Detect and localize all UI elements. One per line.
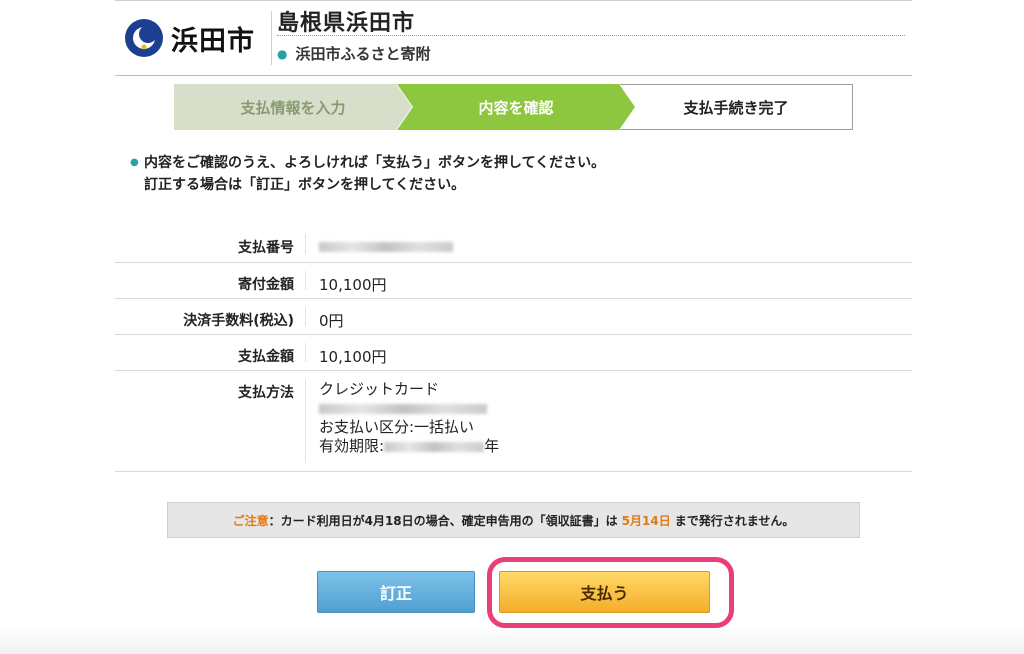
pay-button-highlight: [487, 557, 734, 628]
step-confirm-content: 内容を確認: [397, 84, 635, 130]
table-row: 支払金額 10,100円: [115, 335, 912, 371]
redacted-expiry: [384, 441, 485, 452]
notice-text-before: ：カード利用日が4月18日の場合、確定申告用の「領収証書」は: [268, 513, 618, 528]
notice-prefix: ご注意: [232, 513, 269, 528]
instruction-text-1: 内容をご確認のうえ、よろしければ「支払う」ボタンを押してください。: [144, 155, 606, 171]
installment-type: お支払い区分:一括払い: [319, 418, 475, 436]
subtitle-text: 浜田市ふるさと寄附: [295, 45, 431, 63]
prefecture-title: 島根県浜田市: [277, 11, 416, 36]
redacted-card-number-row: [319, 399, 499, 418]
payment-method-value: クレジットカード お支払い区分:一括払い 有効期限: 年: [306, 371, 499, 471]
city-logo[interactable]: 浜田市: [123, 15, 255, 61]
fee-value: 0円: [319, 312, 344, 330]
payment-number-label: 支払番号: [238, 240, 294, 256]
redacted-card-number: [319, 403, 487, 414]
expiry-suffix: 年: [484, 437, 500, 455]
donation-amount-label: 寄付金額: [238, 277, 294, 293]
payment-method-label: 支払方法: [238, 385, 294, 401]
notice-box: ご注意 ：カード利用日が4月18日の場合、確定申告用の「領収証書」は 5月14日…: [167, 502, 860, 538]
table-row: 寄付金額 10,100円: [115, 263, 912, 299]
step-payment-complete: 支払手続き完了: [620, 84, 853, 130]
city-emblem-icon: [125, 19, 163, 57]
instructions: ● 内容をご確認のうえ、よろしければ「支払う」ボタンを押してください。 訂正する…: [130, 152, 605, 196]
instruction-line-2: 訂正する場合は「訂正」ボタンを押してください。: [130, 174, 605, 196]
donation-amount-value: 10,100円: [319, 276, 387, 294]
site-header: 浜田市 島根県浜田市 ● 浜田市ふるさと寄附: [115, 0, 912, 76]
payment-amount-label: 支払金額: [238, 349, 294, 365]
notice-text-after: まで発行されません。: [674, 513, 795, 528]
progress-steps: 支払情報を入力 内容を確認 支払手続き完了: [174, 84, 853, 130]
instruction-text-2: 訂正する場合は「訂正」ボタンを押してください。: [144, 177, 466, 193]
expiry-prefix: 有効期限:: [319, 437, 385, 455]
bullet-icon: ●: [277, 46, 288, 61]
logo-text: 浜田市: [171, 25, 255, 57]
page-subtitle: ● 浜田市ふるさと寄附: [277, 43, 431, 64]
card-expiry: 有効期限: 年: [319, 437, 499, 456]
page-bottom-fade: [0, 624, 1024, 654]
table-row: 支払方法 クレジットカード お支払い区分:一括払い 有効期限: 年: [115, 371, 912, 472]
instruction-line-1: ● 内容をご確認のうえ、よろしければ「支払う」ボタンを押してください。: [130, 152, 605, 174]
header-divider: [271, 11, 272, 65]
dotted-divider: [277, 35, 905, 36]
table-row: 決済手数料(税込) 0円: [115, 299, 912, 335]
correct-button[interactable]: 訂正: [317, 571, 475, 613]
payment-details-table: 支払番号 寄付金額 10,100円 決済手数料(税込) 0円 支払金額 10,1…: [115, 226, 912, 472]
fee-label: 決済手数料(税込): [183, 313, 294, 329]
card-type: クレジットカード: [319, 380, 440, 398]
step-enter-payment-info: 支払情報を入力: [174, 84, 412, 130]
payment-amount-value: 10,100円: [319, 348, 387, 366]
redacted-payment-number: [319, 241, 453, 252]
notice-date: 5月14日: [621, 513, 671, 528]
payment-number-value: [306, 226, 453, 262]
table-row: 支払番号: [115, 226, 912, 263]
bullet-icon: ●: [130, 157, 139, 168]
